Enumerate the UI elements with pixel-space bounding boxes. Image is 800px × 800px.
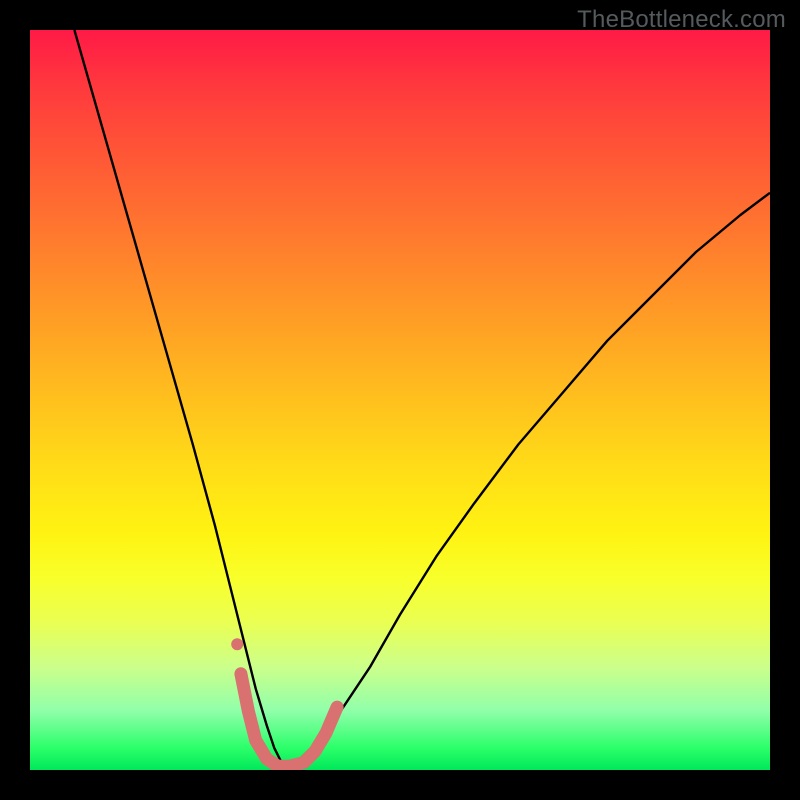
outlier-dot [231,638,243,650]
plot-area [30,30,770,770]
watermark-label: TheBottleneck.com [577,6,786,34]
chart-frame: TheBottleneck.com [0,0,800,800]
bottleneck-curve-black [74,30,770,770]
curve-layer [30,30,770,770]
